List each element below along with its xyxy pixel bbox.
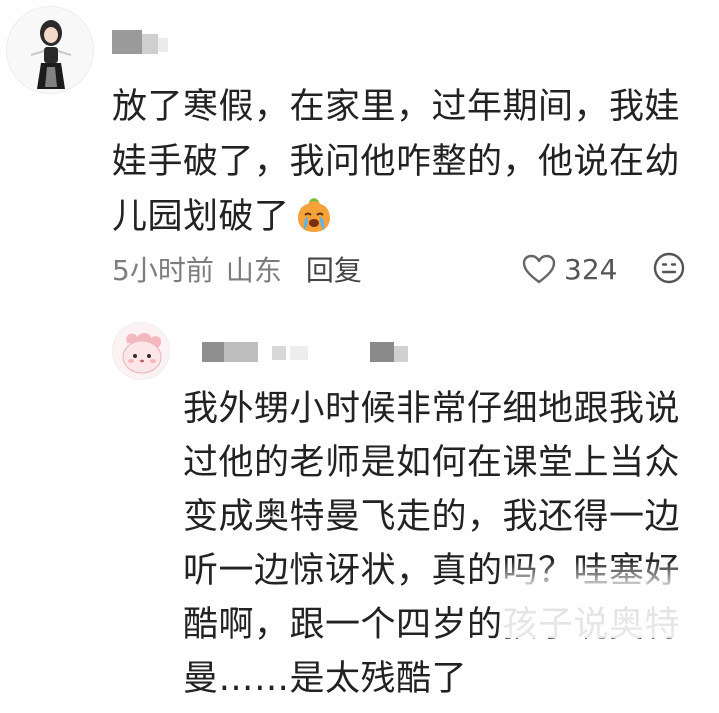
commenter-name-redacted — [112, 26, 176, 56]
replier-avatar[interactable] — [112, 322, 170, 380]
redacted-overlay — [500, 560, 719, 638]
comment-time: 5小时前 — [112, 254, 214, 287]
like-button[interactable]: 324 — [522, 251, 617, 287]
comment-text: 放了寒假，在家里，过年期间，我娃娃手破了，我问他咋整的，他说在幼儿园划破了 — [112, 87, 681, 237]
comment-location: 山东 — [225, 254, 282, 287]
reply-button[interactable]: 回复 — [306, 249, 362, 289]
comment-meta: 5小时前 山东 回复 — [112, 251, 362, 287]
replier-name-redacted — [202, 340, 442, 364]
reaction-button[interactable] — [652, 251, 686, 289]
like-count: 324 — [564, 252, 618, 286]
pink-bear-avatar-illustration — [113, 323, 169, 379]
crying-emoji-icon — [297, 198, 330, 232]
comment-body: 放了寒假，在家里，过年期间，我娃娃手破了，我问他咋整的，他说在幼儿园划破了 — [112, 80, 712, 245]
heart-icon — [522, 254, 556, 284]
neutral-face-icon — [653, 252, 685, 284]
girl-avatar-illustration — [7, 7, 93, 93]
commenter-avatar[interactable] — [6, 6, 94, 94]
reply-body: 我外甥小时候非常仔细地跟我说过他的老师是如何在课堂上当众变成奥特曼飞走的，我还得… — [183, 389, 681, 699]
